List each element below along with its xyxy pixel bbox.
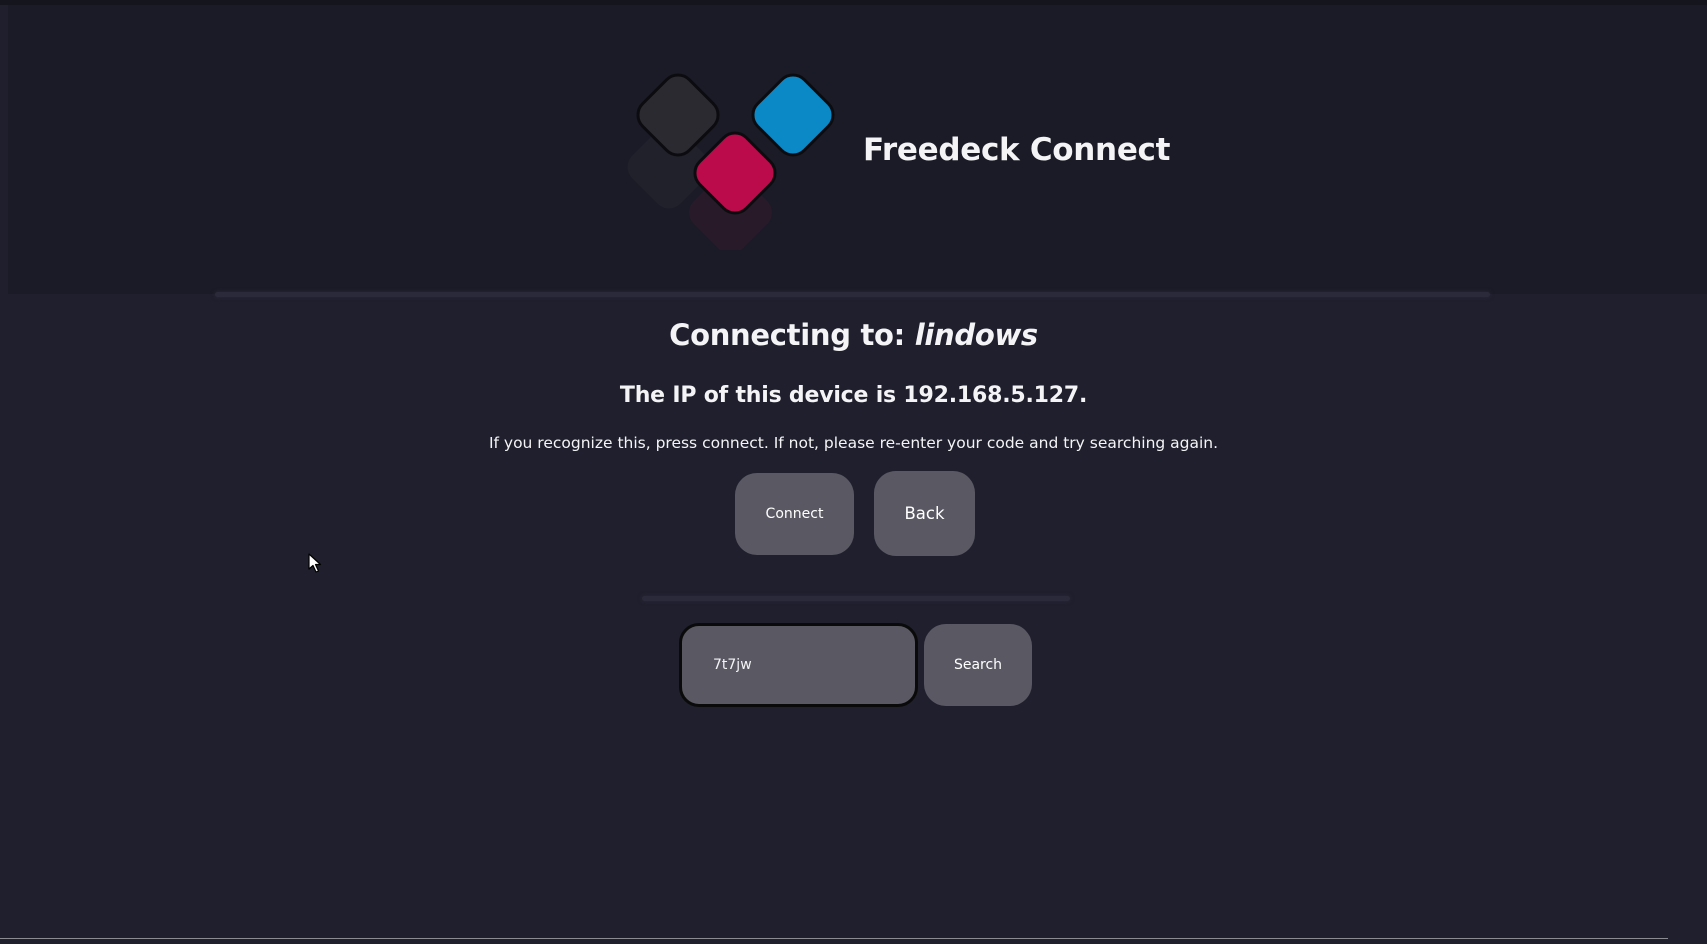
bottom-border bbox=[0, 938, 1668, 939]
section-divider bbox=[642, 596, 1070, 601]
search-button[interactable]: Search bbox=[924, 624, 1032, 706]
back-button[interactable]: Back bbox=[874, 471, 975, 556]
instruction-text: If you recognize this, press connect. If… bbox=[488, 434, 1219, 452]
code-input[interactable] bbox=[679, 623, 918, 707]
connect-button[interactable]: Connect bbox=[735, 473, 854, 555]
freedeck-logo bbox=[627, 73, 835, 250]
header-divider bbox=[215, 292, 1490, 297]
device-ip-text: The IP of this device is 192.168.5.127. bbox=[619, 383, 1088, 408]
app-title: Freedeck Connect bbox=[863, 132, 1171, 168]
mouse-cursor-icon bbox=[308, 553, 322, 573]
connecting-heading: Connecting to: lindows bbox=[0, 318, 1707, 352]
app-window: Freedeck Connect Connecting to: lindows … bbox=[0, 0, 1707, 944]
heading-prefix: Connecting to: bbox=[669, 318, 915, 352]
host-name: lindows bbox=[914, 318, 1038, 352]
logo-blue-diamond bbox=[751, 73, 835, 157]
